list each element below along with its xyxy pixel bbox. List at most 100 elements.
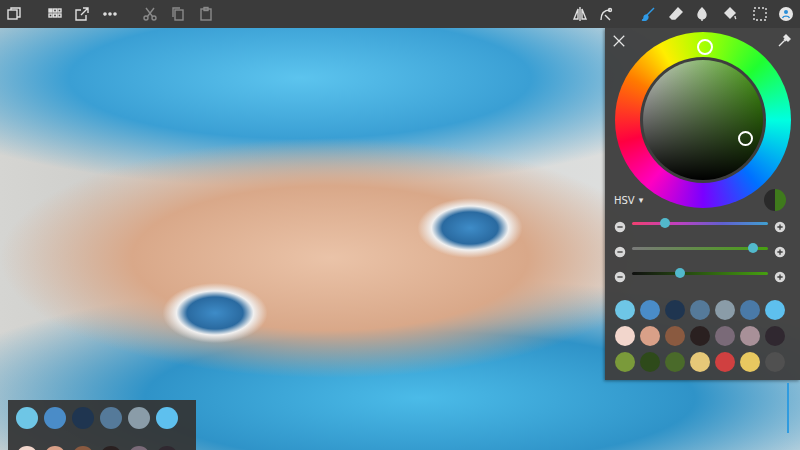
- slider-handle[interactable]: [748, 243, 758, 253]
- color-swatch[interactable]: [615, 300, 635, 320]
- selection-icon[interactable]: [752, 6, 768, 22]
- color-swatch[interactable]: [715, 326, 735, 346]
- smudge-icon[interactable]: [694, 6, 710, 22]
- color-swatch[interactable]: [72, 446, 94, 450]
- minus-icon[interactable]: [614, 221, 626, 233]
- color-swatch[interactable]: [640, 326, 660, 346]
- export-icon[interactable]: [74, 6, 90, 22]
- color-swatch[interactable]: [740, 326, 760, 346]
- color-swatch[interactable]: [615, 352, 635, 372]
- color-swatch[interactable]: [640, 300, 660, 320]
- color-compare[interactable]: [764, 189, 786, 211]
- tool-button[interactable]: [720, 4, 740, 24]
- slider-row: [605, 211, 800, 236]
- color-swatch[interactable]: [128, 407, 150, 429]
- minus-icon[interactable]: [614, 271, 626, 283]
- color-swatch[interactable]: [665, 326, 685, 346]
- slider-fill[interactable]: [632, 247, 753, 250]
- brush-icon[interactable]: [640, 6, 656, 22]
- tool-button[interactable]: [666, 4, 686, 24]
- previous-color[interactable]: [764, 189, 775, 211]
- color-swatch[interactable]: [765, 300, 785, 320]
- toolbar-button[interactable]: [4, 4, 24, 24]
- decrease-button[interactable]: [614, 268, 626, 280]
- tool-button[interactable]: [750, 4, 770, 24]
- color-swatch[interactable]: [44, 446, 66, 450]
- tool-button[interactable]: [776, 4, 796, 24]
- slider-row: [605, 261, 800, 286]
- minus-icon[interactable]: [614, 246, 626, 258]
- top-toolbar: [0, 0, 800, 28]
- color-swatch[interactable]: [665, 300, 685, 320]
- slider-handle[interactable]: [675, 268, 685, 278]
- color-swatch[interactable]: [640, 352, 660, 372]
- symmetry-icon[interactable]: [572, 6, 588, 22]
- color-swatch[interactable]: [690, 300, 710, 320]
- color-wheel[interactable]: [615, 32, 791, 208]
- color-swatch[interactable]: [72, 407, 94, 429]
- color-swatch[interactable]: [100, 407, 122, 429]
- color-swatch[interactable]: [690, 352, 710, 372]
- tool-button[interactable]: [570, 4, 590, 24]
- color-swatch[interactable]: [615, 326, 635, 346]
- saturation-value-disk[interactable]: [643, 60, 763, 180]
- slider-track[interactable]: [632, 247, 768, 250]
- drawing-tools: [570, 4, 796, 24]
- increase-button[interactable]: [774, 218, 786, 230]
- color-swatch[interactable]: [44, 407, 66, 429]
- toolbar-button: [196, 4, 216, 24]
- eraser-icon[interactable]: [668, 6, 684, 22]
- color-swatch[interactable]: [100, 446, 122, 450]
- fill-bucket-icon[interactable]: [722, 6, 738, 22]
- color-swatch[interactable]: [665, 352, 685, 372]
- color-swatch[interactable]: [16, 407, 38, 429]
- tool-button[interactable]: [596, 4, 616, 24]
- canvas-area[interactable]: HSV▾: [0, 28, 800, 450]
- tool-button[interactable]: [692, 4, 712, 24]
- plus-icon[interactable]: [774, 246, 786, 258]
- color-swatch[interactable]: [765, 326, 785, 346]
- toolbar-button[interactable]: [72, 4, 92, 24]
- plus-icon[interactable]: [774, 221, 786, 233]
- close-button[interactable]: [612, 33, 626, 47]
- slider-fill[interactable]: [632, 222, 665, 225]
- slider-track[interactable]: [632, 222, 768, 225]
- color-mode-dropdown[interactable]: HSV▾: [614, 195, 643, 206]
- color-swatch[interactable]: [715, 352, 735, 372]
- eyedropper-button[interactable]: [776, 33, 792, 49]
- hue-handle[interactable]: [697, 39, 713, 55]
- toolbar-button: [140, 4, 160, 24]
- more-icon[interactable]: [102, 6, 118, 22]
- eyedropper-icon[interactable]: [776, 33, 792, 49]
- saturation-value-area[interactable]: [640, 57, 766, 183]
- color-swatch[interactable]: [765, 352, 785, 372]
- color-handle[interactable]: [738, 131, 753, 146]
- slider-handle[interactable]: [660, 218, 670, 228]
- plus-icon[interactable]: [774, 271, 786, 283]
- gallery-grid-icon[interactable]: [47, 6, 63, 22]
- decrease-button[interactable]: [614, 243, 626, 255]
- toolbar-button[interactable]: [45, 4, 65, 24]
- toolbar-button[interactable]: [100, 4, 120, 24]
- color-swatch[interactable]: [128, 446, 150, 450]
- increase-button[interactable]: [774, 243, 786, 255]
- color-swatch[interactable]: [690, 326, 710, 346]
- layers-icon[interactable]: [6, 6, 22, 22]
- color-swatch[interactable]: [156, 407, 178, 429]
- increase-button[interactable]: [774, 268, 786, 280]
- paste-icon: [198, 6, 214, 22]
- color-swatch[interactable]: [715, 300, 735, 320]
- color-swatch[interactable]: [740, 352, 760, 372]
- curve-ruler-icon[interactable]: [598, 6, 614, 22]
- close-icon[interactable]: [612, 34, 626, 48]
- side-slider[interactable]: [787, 383, 789, 433]
- account-icon[interactable]: [778, 6, 794, 22]
- slider-fill[interactable]: [632, 272, 680, 275]
- slider-track[interactable]: [632, 272, 768, 275]
- decrease-button[interactable]: [614, 218, 626, 230]
- tool-button[interactable]: [638, 4, 658, 24]
- color-swatch[interactable]: [16, 446, 38, 450]
- toolbar-button: [168, 4, 188, 24]
- color-swatch[interactable]: [740, 300, 760, 320]
- color-swatch[interactable]: [156, 446, 178, 450]
